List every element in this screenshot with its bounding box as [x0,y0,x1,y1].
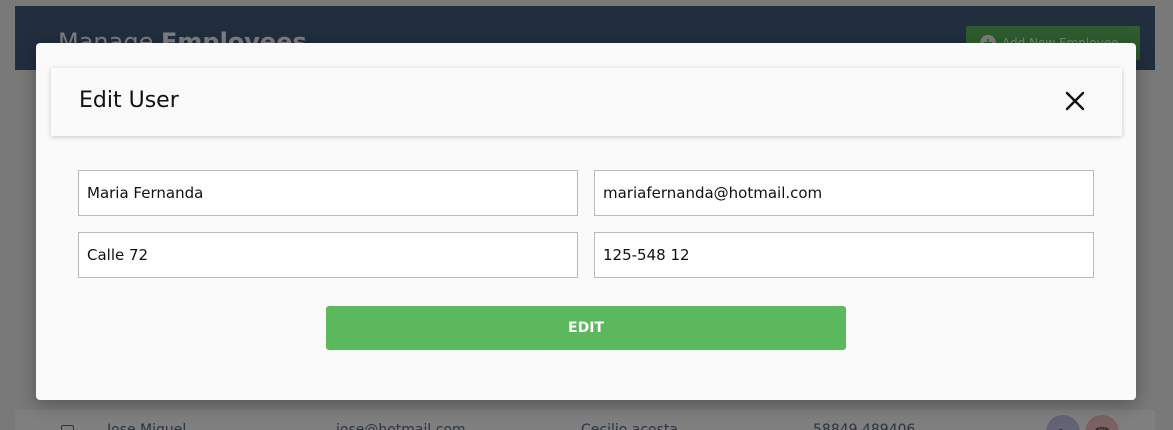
close-icon [1065,91,1085,111]
edit-user-modal: Edit User EDIT [36,43,1136,400]
address-input[interactable] [78,232,578,278]
modal-header: Edit User [51,68,1122,136]
name-input[interactable] [78,170,578,216]
phone-input[interactable] [594,232,1094,278]
close-button[interactable] [1064,90,1086,112]
edit-submit-button[interactable]: EDIT [326,306,846,350]
modal-title: Edit User [79,88,179,113]
email-input[interactable] [594,170,1094,216]
